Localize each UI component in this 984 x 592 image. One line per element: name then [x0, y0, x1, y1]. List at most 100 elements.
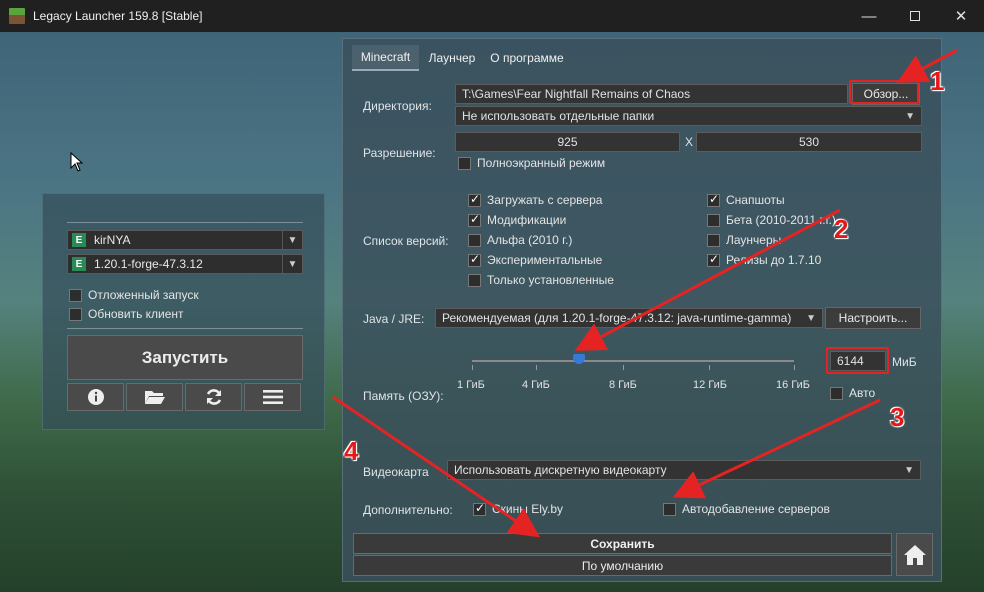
memory-unit: МиБ	[892, 355, 917, 369]
checkbox-box[interactable]	[468, 252, 481, 267]
annotation-number-2: 2	[834, 214, 849, 244]
memory-auto-checkbox[interactable]: Авто	[830, 386, 875, 400]
home-button[interactable]	[896, 533, 933, 576]
tick-mark	[536, 365, 537, 370]
gpu-label: Видеокарта	[363, 465, 429, 479]
highlight-memory	[826, 347, 889, 374]
memory-slider-thumb[interactable]	[573, 354, 585, 364]
checkbox-box[interactable]	[830, 386, 843, 400]
account-select[interactable]: E kirNYA ▼	[67, 230, 303, 250]
resolution-width-field[interactable]: 925	[455, 132, 680, 152]
delayed-launch-label: Отложенный запуск	[88, 288, 199, 302]
divider	[67, 328, 303, 329]
version-filter-label: Только установленные	[487, 273, 614, 287]
memory-slider-track[interactable]	[472, 360, 794, 362]
folder-icon	[144, 391, 165, 404]
version-filter-checkbox[interactable]: Снапшоты	[707, 192, 785, 207]
resolution-height-field[interactable]: 530	[696, 132, 922, 152]
chevron-down-icon[interactable]: ▼	[282, 255, 302, 273]
delayed-launch-checkbox[interactable]: Отложенный запуск	[69, 288, 199, 302]
resolution-label: Разрешение:	[363, 146, 436, 160]
annotation-number-3: 3	[890, 402, 905, 432]
checkbox-box[interactable]	[458, 156, 471, 170]
info-button[interactable]	[67, 383, 124, 411]
auto-add-servers-checkbox[interactable]: Автодобавление серверов	[663, 502, 830, 516]
memory-tick-label: 8 ГиБ	[609, 379, 637, 391]
tick-mark	[794, 365, 795, 370]
checkbox-box[interactable]	[707, 252, 720, 267]
elyby-skins-checkbox[interactable]: Скины Ely.by	[473, 501, 563, 516]
checkbox-box[interactable]	[707, 213, 720, 227]
version-filter-label: Бета (2010-2011 г.г.)	[726, 213, 836, 227]
checkbox-box[interactable]	[663, 502, 676, 516]
refresh-button[interactable]	[185, 383, 242, 411]
minimize-button[interactable]: —	[846, 0, 892, 32]
account-name: kirNYA	[94, 233, 131, 247]
directory-path-field[interactable]: T:\Games\Fear Nightfall Remains of Chaos	[455, 84, 848, 104]
tick-mark	[623, 365, 624, 370]
version-select[interactable]: E 1.20.1-forge-47.3.12 ▼	[67, 254, 303, 274]
open-folder-button[interactable]	[126, 383, 183, 411]
folders-mode-value: Не использовать отдельные папки	[462, 109, 655, 123]
folders-mode-select[interactable]: Не использовать отдельные папки ▼	[455, 106, 922, 126]
checkbox-box[interactable]	[707, 192, 720, 207]
fullscreen-checkbox[interactable]: Полноэкранный режим	[458, 156, 605, 170]
tab-about[interactable]: О программе	[485, 45, 569, 71]
title-bar: Legacy Launcher 159.8 [Stable] — ✕	[0, 0, 984, 32]
checkbox-box[interactable]	[468, 192, 481, 207]
java-configure-button[interactable]: Настроить...	[825, 307, 921, 329]
memory-tick-label: 1 ГиБ	[457, 379, 485, 391]
tab-minecraft[interactable]: Minecraft	[352, 45, 419, 71]
resolution-separator: X	[685, 135, 694, 149]
chevron-down-icon: ▼	[806, 312, 816, 324]
close-button[interactable]: ✕	[938, 0, 984, 32]
home-icon	[903, 544, 926, 565]
update-client-label: Обновить клиент	[88, 307, 184, 321]
extra-label: Дополнительно:	[363, 503, 453, 517]
refresh-icon	[206, 389, 221, 405]
account-type-badge: E	[72, 233, 86, 247]
version-filter-checkbox[interactable]: Загружать с сервера	[468, 192, 603, 207]
version-filter-checkbox[interactable]: Лаунчеры	[707, 233, 781, 247]
checkbox-box[interactable]	[69, 307, 82, 321]
gpu-select[interactable]: Использовать дискретную видеокарту ▼	[447, 460, 921, 480]
java-select[interactable]: Рекомендуемая (для 1.20.1-forge-47.3.12:…	[435, 308, 823, 328]
versions-label: Список версий:	[363, 234, 449, 248]
version-filter-label: Экспериментальные	[487, 253, 603, 267]
update-client-checkbox[interactable]: Обновить клиент	[69, 307, 184, 321]
version-filter-checkbox[interactable]: Только установленные	[468, 273, 614, 287]
checkbox-box[interactable]	[473, 501, 486, 516]
java-select-value: Рекомендуемая (для 1.20.1-forge-47.3.12:…	[442, 311, 792, 325]
chevron-down-icon[interactable]: ▼	[282, 231, 302, 249]
memory-tick-label: 16 ГиБ	[776, 379, 810, 391]
checkbox-box[interactable]	[468, 212, 481, 227]
version-filter-checkbox[interactable]: Альфа (2010 г.)	[468, 233, 572, 247]
divider	[67, 222, 303, 223]
menu-button[interactable]	[244, 383, 301, 411]
version-filter-checkbox[interactable]: Релизы до 1.7.10	[707, 252, 821, 267]
maximize-button[interactable]	[892, 0, 938, 32]
reset-defaults-button[interactable]: По умолчанию	[353, 555, 892, 576]
checkbox-box[interactable]	[468, 273, 481, 287]
window-title: Legacy Launcher 159.8 [Stable]	[33, 9, 203, 23]
version-filter-label: Загружать с сервера	[487, 193, 603, 207]
checkbox-box[interactable]	[69, 288, 82, 302]
memory-tick-label: 12 ГиБ	[693, 379, 727, 391]
settings-panel: Minecraft Лаунчер О программе Директория…	[342, 38, 942, 582]
checkbox-box[interactable]	[707, 233, 720, 247]
version-filter-checkbox[interactable]: Бета (2010-2011 г.г.)	[707, 213, 836, 227]
gpu-select-value: Использовать дискретную видеокарту	[454, 463, 667, 477]
highlight-browse	[849, 80, 919, 104]
version-filter-checkbox[interactable]: Экспериментальные	[468, 252, 603, 267]
version-filter-checkbox[interactable]: Модификации	[468, 212, 566, 227]
annotation-number-1: 1	[930, 66, 945, 96]
save-button[interactable]: Сохранить	[353, 533, 892, 554]
version-filter-label: Снапшоты	[726, 193, 785, 207]
tick-mark	[472, 365, 473, 370]
memory-label: Память (ОЗУ):	[363, 389, 444, 403]
checkbox-box[interactable]	[468, 233, 481, 247]
memory-tick-label: 4 ГиБ	[522, 379, 550, 391]
tab-launcher[interactable]: Лаунчер	[422, 45, 482, 71]
launch-button[interactable]: Запустить	[67, 335, 303, 380]
info-icon	[87, 389, 104, 405]
